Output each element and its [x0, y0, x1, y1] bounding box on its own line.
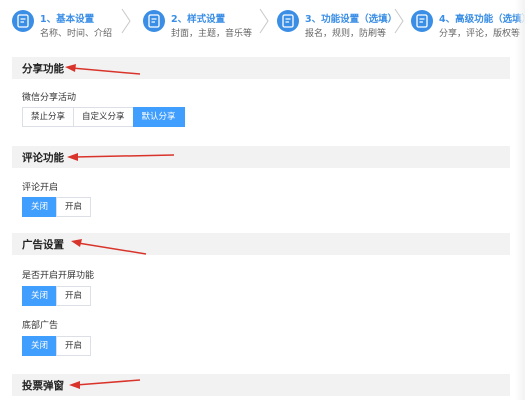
annotation-arrow-icon	[69, 379, 141, 389]
step-subtitle: 名称、时间、介绍	[40, 29, 113, 39]
scrollbar-track[interactable]	[515, 0, 525, 400]
annotation-arrow-icon	[67, 153, 175, 161]
wizard-stepper: 1、基本设置 名称、时间、介绍 2、样式设置 封面，主题，音乐等 3、功能设置（…	[0, 0, 525, 46]
splash-ad-off-option[interactable]: 关闭	[22, 286, 58, 306]
edit-doc-icon	[12, 10, 34, 32]
splash-ad-toggle-segmented: 关闭 开启	[22, 286, 92, 306]
chevron-right-icon	[121, 8, 131, 34]
annotation-arrow-icon	[71, 239, 147, 255]
section-title: 广告设置	[22, 239, 64, 251]
comment-off-option[interactable]: 关闭	[22, 197, 58, 217]
section-title: 评论功能	[22, 152, 64, 164]
step-title: 1、基本设置	[40, 14, 95, 25]
step-title: 2、样式设置	[171, 14, 226, 25]
annotation-arrow-icon	[65, 64, 141, 75]
step-subtitle: 封面，主题，音乐等	[171, 29, 253, 39]
edit-doc-icon	[277, 10, 299, 32]
step-subtitle: 报名，规则，防刷等	[305, 29, 387, 39]
bottom-ad-on-option[interactable]: 开启	[56, 336, 92, 356]
section-title: 投票弹窗	[22, 380, 64, 392]
chevron-right-icon	[259, 8, 269, 34]
step-title: 3、功能设置（选填）	[305, 14, 398, 25]
splash-ad-field-label: 是否开启开屏功能	[22, 271, 95, 281]
section-title: 分享功能	[22, 63, 64, 75]
edit-doc-icon	[143, 10, 165, 32]
share-mode-segmented: 禁止分享 自定义分享 默认分享	[22, 107, 185, 127]
share-disable-option[interactable]: 禁止分享	[22, 107, 75, 127]
comment-toggle-segmented: 关闭 开启	[22, 197, 92, 217]
bottom-ad-toggle-segmented: 关闭 开启	[22, 336, 92, 356]
edit-doc-icon	[411, 10, 433, 32]
step-title: 4、高级功能（选填）	[439, 14, 525, 25]
bottom-ad-field-label: 底部广告	[22, 321, 59, 331]
share-default-option[interactable]: 默认分享	[132, 107, 185, 127]
bottom-ad-off-option[interactable]: 关闭	[22, 336, 58, 356]
share-field-label: 微信分享活动	[22, 93, 77, 103]
comment-on-option[interactable]: 开启	[56, 197, 92, 217]
comment-field-label: 评论开启	[22, 183, 59, 193]
step-subtitle: 分享，评论，版权等	[439, 29, 521, 39]
share-custom-option[interactable]: 自定义分享	[73, 107, 134, 127]
advanced-settings-page: 1、基本设置 名称、时间、介绍 2、样式设置 封面，主题，音乐等 3、功能设置（…	[0, 0, 525, 400]
splash-ad-on-option[interactable]: 开启	[56, 286, 92, 306]
chevron-right-icon	[394, 8, 404, 34]
